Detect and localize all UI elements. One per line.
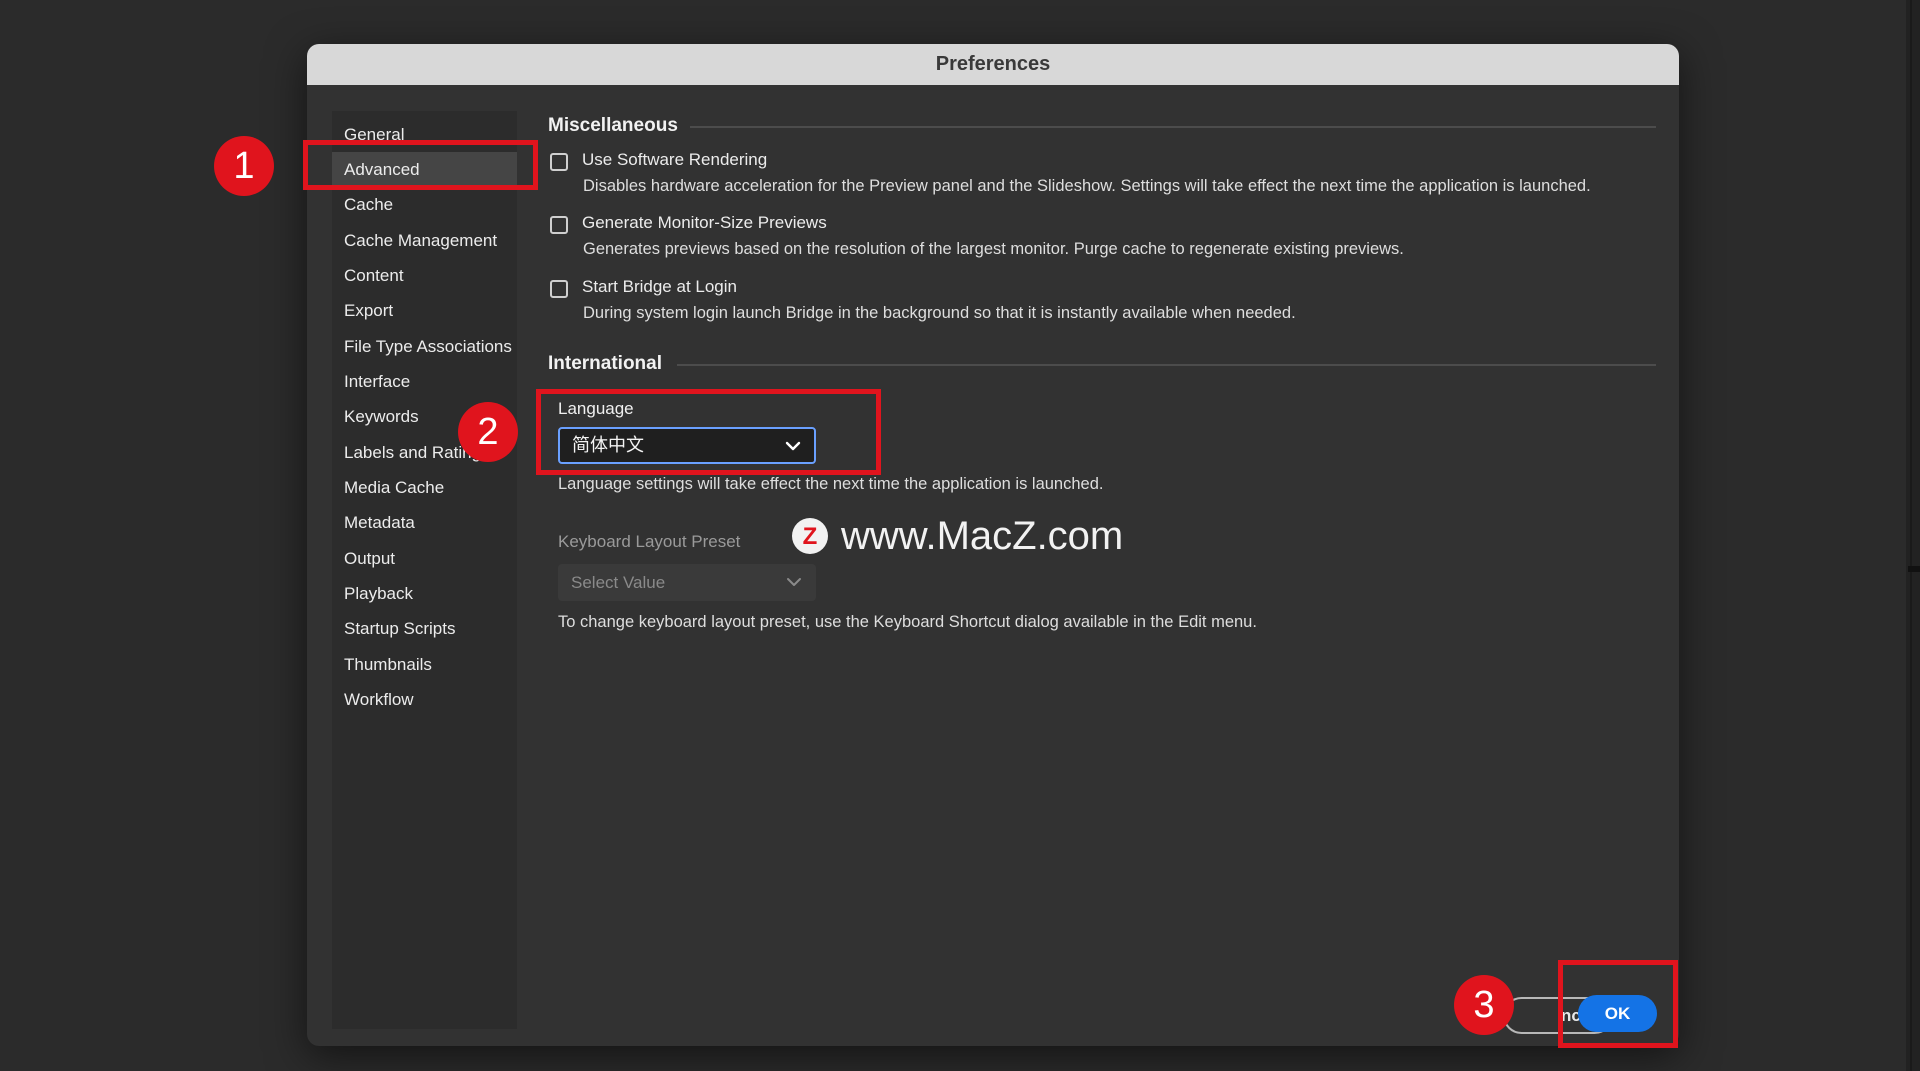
section-divider <box>690 126 1656 128</box>
sidebar-item-media-cache[interactable]: Media Cache <box>332 470 517 505</box>
highlight-ok <box>1558 960 1678 1048</box>
section-international: International <box>548 349 1656 379</box>
section-miscellaneous-title: Miscellaneous <box>548 115 678 136</box>
preferences-sidebar: General Advanced Cache Cache Management … <box>332 111 517 1029</box>
option-software-rendering: Use Software Rendering Disables hardware… <box>548 146 1656 206</box>
step-3-badge: 3 <box>1454 975 1514 1035</box>
software-rendering-description: Disables hardware acceleration for the P… <box>583 177 1591 195</box>
keyboard-layout-hint: To change keyboard layout preset, use th… <box>558 613 1257 631</box>
highlight-language <box>536 389 881 475</box>
option-monitor-size-previews: Generate Monitor-Size Previews Generates… <box>548 209 1656 269</box>
preferences-content: Miscellaneous Use Software Rendering Dis… <box>548 111 1656 1011</box>
keyboard-layout-label: Keyboard Layout Preset <box>558 532 741 551</box>
highlight-advanced <box>303 140 538 190</box>
step-1-badge: 1 <box>214 136 274 196</box>
monitor-size-previews-label[interactable]: Generate Monitor-Size Previews <box>582 209 827 237</box>
software-rendering-label[interactable]: Use Software Rendering <box>582 146 767 174</box>
watermark-logo-icon: Z <box>792 518 828 554</box>
keyboard-layout-select-value: Select Value <box>571 573 666 592</box>
sidebar-item-output[interactable]: Output <box>332 541 517 576</box>
sidebar-item-metadata[interactable]: Metadata <box>332 505 517 540</box>
sidebar-item-thumbnails[interactable]: Thumbnails <box>332 647 517 682</box>
watermark-text: www.MacZ.com <box>841 514 1124 558</box>
sidebar-item-startup-scripts[interactable]: Startup Scripts <box>332 611 517 646</box>
chevron-down-icon <box>787 578 801 586</box>
software-rendering-checkbox[interactable] <box>550 153 568 171</box>
option-start-bridge-at-login: Start Bridge at Login During system logi… <box>548 273 1656 333</box>
screen-edge-tick <box>1908 566 1920 572</box>
sidebar-item-content[interactable]: Content <box>332 258 517 293</box>
section-divider <box>677 364 1656 366</box>
start-bridge-label[interactable]: Start Bridge at Login <box>582 273 737 301</box>
sidebar-item-file-type-associations[interactable]: File Type Associations <box>332 329 517 364</box>
sidebar-item-workflow[interactable]: Workflow <box>332 682 517 717</box>
step-2-badge: 2 <box>458 402 518 462</box>
dialog-title: Preferences <box>307 44 1679 85</box>
monitor-size-previews-description: Generates previews based on the resoluti… <box>583 240 1404 258</box>
sidebar-item-cache[interactable]: Cache <box>332 187 517 222</box>
section-international-title: International <box>548 353 663 374</box>
keyboard-layout-select: Select Value <box>558 564 816 601</box>
screen-edge <box>1906 0 1920 1071</box>
start-bridge-description: During system login launch Bridge in the… <box>583 304 1296 322</box>
sidebar-item-playback[interactable]: Playback <box>332 576 517 611</box>
sidebar-item-interface[interactable]: Interface <box>332 364 517 399</box>
watermark-logo-letter: Z <box>803 523 818 550</box>
section-miscellaneous: Miscellaneous <box>548 111 1656 141</box>
sidebar-item-export[interactable]: Export <box>332 293 517 328</box>
sidebar-item-cache-management[interactable]: Cache Management <box>332 223 517 258</box>
start-bridge-checkbox[interactable] <box>550 280 568 298</box>
monitor-size-previews-checkbox[interactable] <box>550 216 568 234</box>
screen-edge-line <box>1910 0 1912 1071</box>
